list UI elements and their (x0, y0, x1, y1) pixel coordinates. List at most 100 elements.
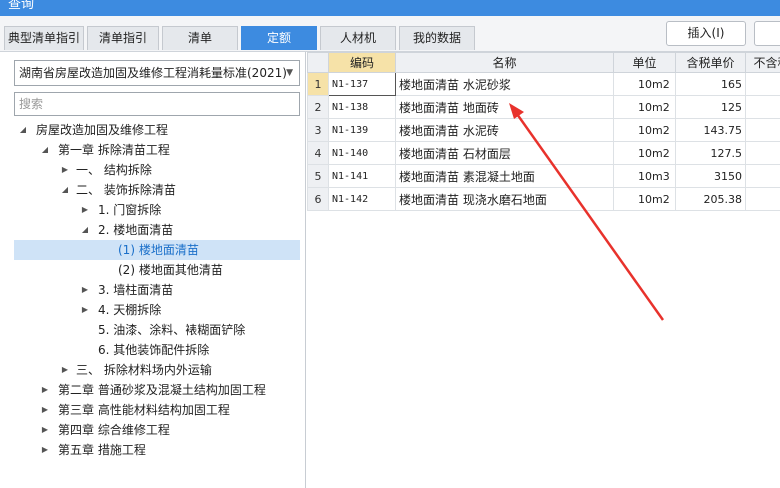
row-unit[interactable]: 10m3 (613, 164, 676, 188)
row-tax-price[interactable]: 205.38 (675, 187, 746, 211)
tab-bill-guide[interactable]: 清单指引 (87, 26, 159, 50)
row-tax-price[interactable]: 125 (675, 95, 746, 119)
tree-node[interactable]: ▶ 1. 门窗拆除 (14, 200, 300, 220)
row-code[interactable]: N1-137 (328, 72, 396, 96)
row-index: 5 (307, 164, 329, 188)
tree-node-label: 6. 其他装饰配件拆除 (98, 343, 210, 357)
triangle-down-icon[interactable]: ◢ (18, 120, 28, 140)
left-panel: 湖南省房屋改造加固及维修工程消耗量标准(2021) ▼ ◢ 房屋改造加固及维修工程… (0, 52, 306, 488)
triangle-down-icon[interactable]: ◢ (40, 140, 50, 160)
tree-node[interactable]: ◢ 二、 装饰拆除清苗 (14, 180, 300, 200)
header-name[interactable]: 名称 (395, 52, 614, 73)
tab-my-data[interactable]: 我的数据 (399, 26, 475, 50)
row-pretax-price[interactable] (745, 118, 780, 142)
row-code[interactable]: N1-142 (328, 187, 396, 211)
tree-node[interactable]: ▶ 第二章 普通砂浆及混凝土结构加固工程 (14, 380, 300, 400)
row-code[interactable]: N1-139 (328, 118, 396, 142)
tree-node-label: 三、 拆除材料场内外运输 (76, 363, 212, 377)
row-pretax-price[interactable] (745, 187, 780, 211)
row-pretax-price[interactable] (745, 164, 780, 188)
row-unit[interactable]: 10m2 (613, 118, 676, 142)
triangle-right-icon[interactable]: ▶ (80, 300, 90, 320)
tree-node[interactable]: (1) 楼地面清苗 (14, 240, 300, 260)
search-input[interactable] (14, 92, 300, 116)
row-name[interactable]: 楼地面清苗 素混凝土地面 (395, 164, 614, 188)
tree-node[interactable]: (2) 楼地面其他清苗 (14, 260, 300, 280)
row-name[interactable]: 楼地面清苗 水泥砂浆 (395, 72, 614, 96)
row-tax-price[interactable]: 165 (675, 72, 746, 96)
tree-node-label: 第一章 拆除清苗工程 (58, 143, 170, 157)
table-row[interactable]: 5 N1-141 楼地面清苗 素混凝土地面 10m3 3150 (307, 164, 780, 188)
header-corner (307, 52, 329, 73)
row-unit[interactable]: 10m2 (613, 187, 676, 211)
row-tax-price[interactable]: 3150 (675, 164, 746, 188)
tab-labor-material-machine[interactable]: 人材机 (320, 26, 396, 50)
standard-select[interactable]: 湖南省房屋改造加固及维修工程消耗量标准(2021) ▼ (14, 60, 300, 86)
tree-node[interactable]: ▶ 3. 墙柱面清苗 (14, 280, 300, 300)
tab-bar: 典型清单指引 清单指引 清单 定额 人材机 我的数据 (4, 26, 478, 50)
table-row[interactable]: 1 N1-137 楼地面清苗 水泥砂浆 10m2 165 (307, 72, 780, 96)
triangle-right-icon[interactable]: ▶ (60, 160, 70, 180)
replace-button[interactable]: 替 (754, 21, 780, 46)
tree-node-label: 第二章 普通砂浆及混凝土结构加固工程 (58, 383, 266, 397)
triangle-right-icon[interactable]: ▶ (60, 360, 70, 380)
tree-node[interactable]: ▶ 三、 拆除材料场内外运输 (14, 360, 300, 380)
tree-node-label: 1. 门窗拆除 (98, 203, 162, 217)
insert-button[interactable]: 插入(I) (666, 21, 746, 46)
triangle-down-icon[interactable]: ◢ (60, 180, 70, 200)
tree-node[interactable]: 6. 其他装饰配件拆除 (14, 340, 300, 360)
row-unit[interactable]: 10m2 (613, 141, 676, 165)
tree-node[interactable]: ▶ 4. 天棚拆除 (14, 300, 300, 320)
header-unit[interactable]: 单位 (613, 52, 676, 73)
tree-node-label: 2. 楼地面清苗 (98, 223, 174, 237)
tree-node[interactable]: 5. 油漆、涂料、裱糊面铲除 (14, 320, 300, 340)
row-pretax-price[interactable] (745, 141, 780, 165)
triangle-down-icon[interactable]: ◢ (80, 220, 90, 240)
tree-node-label: 5. 油漆、涂料、裱糊面铲除 (98, 323, 246, 337)
row-pretax-price[interactable] (745, 95, 780, 119)
triangle-right-icon[interactable]: ▶ (80, 280, 90, 300)
table-row[interactable]: 6 N1-142 楼地面清苗 现浇水磨石地面 10m2 205.38 (307, 187, 780, 211)
triangle-right-icon[interactable]: ▶ (80, 200, 90, 220)
row-tax-price[interactable]: 127.5 (675, 141, 746, 165)
tab-quota[interactable]: 定额 (241, 26, 317, 50)
row-pretax-price[interactable] (745, 72, 780, 96)
row-name[interactable]: 楼地面清苗 石材面层 (395, 141, 614, 165)
tab-bill[interactable]: 清单 (162, 26, 238, 50)
table-row[interactable]: 4 N1-140 楼地面清苗 石材面层 10m2 127.5 (307, 141, 780, 165)
category-tree: ◢ 房屋改造加固及维修工程 ◢ 第一章 拆除清苗工程 ▶ 一、 结构拆除 ◢ 二、 装饰拆除清… (14, 120, 300, 460)
row-tax-price[interactable]: 143.75 (675, 118, 746, 142)
triangle-right-icon[interactable]: ▶ (40, 440, 50, 460)
tree-node[interactable]: ◢ 2. 楼地面清苗 (14, 220, 300, 240)
row-unit[interactable]: 10m2 (613, 72, 676, 96)
row-code[interactable]: N1-138 (328, 95, 396, 119)
header-pretax-price[interactable]: 不含税 (745, 52, 780, 73)
row-index: 6 (307, 187, 329, 211)
row-unit[interactable]: 10m2 (613, 95, 676, 119)
row-name[interactable]: 楼地面清苗 水泥砖 (395, 118, 614, 142)
row-index: 1 (307, 72, 329, 96)
row-name[interactable]: 楼地面清苗 现浇水磨石地面 (395, 187, 614, 211)
tree-node[interactable]: ▶ 一、 结构拆除 (14, 160, 300, 180)
window-title: 查询 (8, 0, 35, 12)
row-name[interactable]: 楼地面清苗 地面砖 (395, 95, 614, 119)
row-index: 4 (307, 141, 329, 165)
triangle-right-icon[interactable]: ▶ (40, 380, 50, 400)
header-tax-price[interactable]: 含税单价 (675, 52, 746, 73)
triangle-right-icon[interactable]: ▶ (40, 400, 50, 420)
tab-typical-bill-guide[interactable]: 典型清单指引 (4, 26, 84, 50)
table-row[interactable]: 3 N1-139 楼地面清苗 水泥砖 10m2 143.75 (307, 118, 780, 142)
tree-node-label: 3. 墙柱面清苗 (98, 283, 174, 297)
tree-node[interactable]: ▶ 第五章 措施工程 (14, 440, 300, 460)
quota-table-panel: 编码 名称 单位 含税单价 不含税 1N1-137楼地面清苗 水泥砂浆10m21… (307, 52, 780, 488)
row-code[interactable]: N1-141 (328, 164, 396, 188)
triangle-right-icon[interactable]: ▶ (40, 420, 50, 440)
tree-node[interactable]: ▶ 第三章 高性能材料结构加固工程 (14, 400, 300, 420)
row-code[interactable]: N1-140 (328, 141, 396, 165)
header-code[interactable]: 编码 (328, 52, 396, 73)
tree-node[interactable]: ◢ 第一章 拆除清苗工程 (14, 140, 300, 160)
tree-node[interactable]: ◢ 房屋改造加固及维修工程 (14, 120, 300, 140)
table-row[interactable]: 2 N1-138 楼地面清苗 地面砖 10m2 125 (307, 95, 780, 119)
tree-node[interactable]: ▶ 第四章 综合维修工程 (14, 420, 300, 440)
tree-node-label: 一、 结构拆除 (76, 163, 152, 177)
